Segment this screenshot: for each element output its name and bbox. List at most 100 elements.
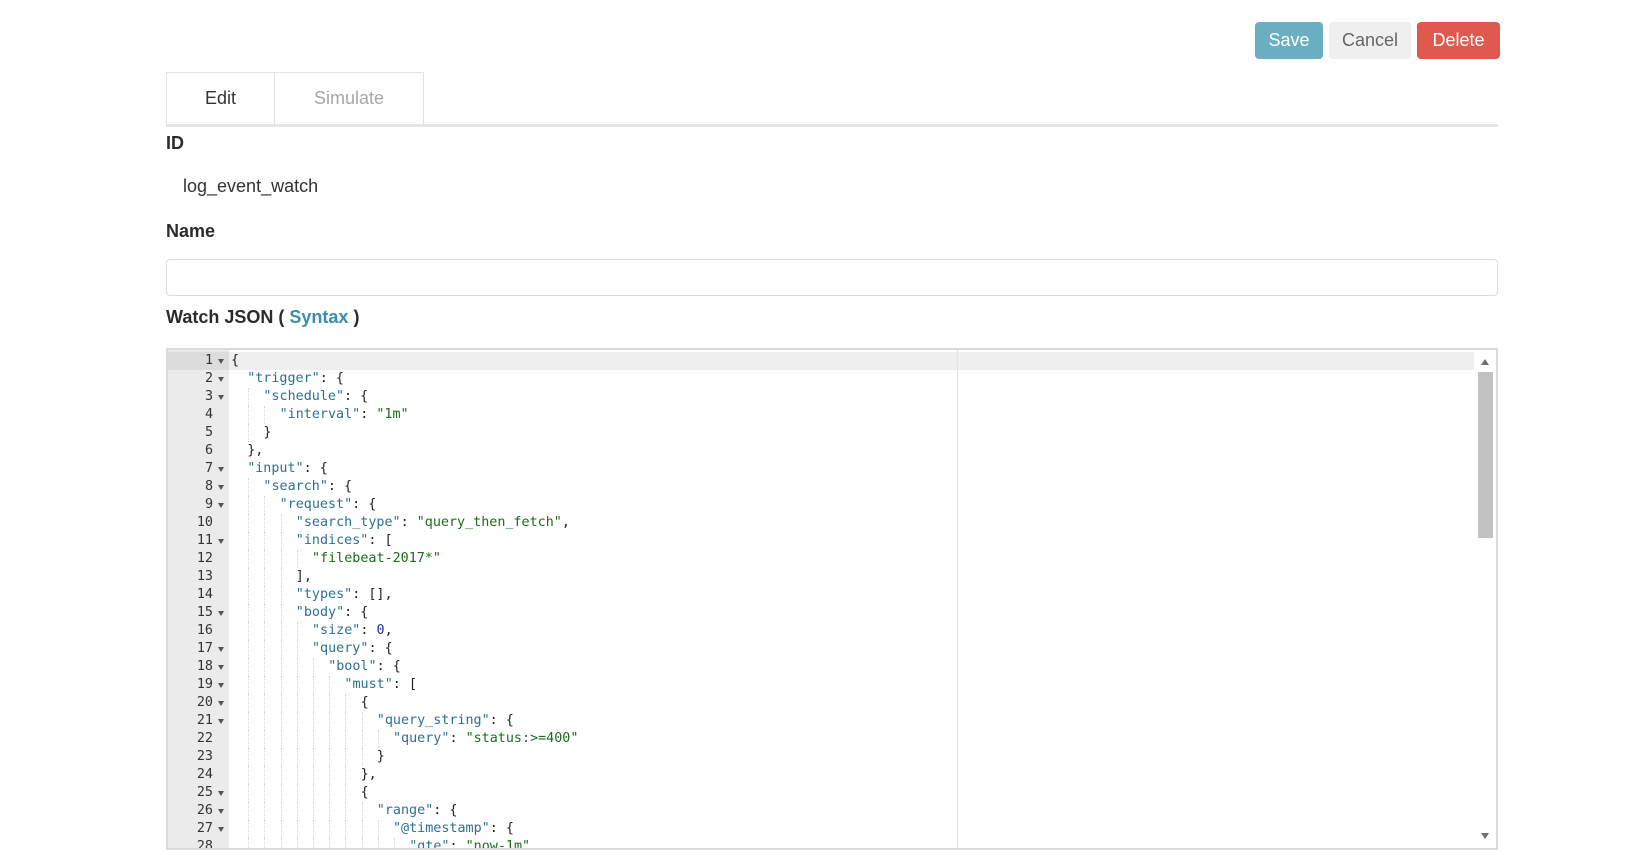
code-line: } (376, 749, 385, 764)
fold-toggle-icon[interactable] (218, 539, 224, 544)
indent-guide (248, 712, 250, 730)
line-number: 17 (196, 641, 213, 656)
indent-guide (264, 694, 266, 712)
indent-guide (248, 532, 250, 550)
paren-close: ) (353, 307, 360, 327)
indent-guide (280, 568, 282, 586)
indent-guide (296, 820, 298, 838)
line-number: 5 (204, 425, 213, 440)
indent-guide (280, 748, 282, 766)
fold-toggle-icon[interactable] (218, 359, 224, 364)
line-number: 14 (196, 587, 213, 602)
indent-guide (345, 694, 347, 712)
code-line: "search_type": "query_then_fetch", (295, 515, 570, 530)
indent-guide (280, 604, 282, 622)
watch-json-title: Watch JSON (166, 307, 274, 327)
indent-guide (264, 514, 266, 532)
indent-guide (264, 568, 266, 586)
line-number-gutter: 1 2 3 4 5 6 7 8 9 10 11 12 13 14 15 16 17 18 19 20 21 22 23 24 2… (168, 350, 229, 848)
indent-guide (248, 568, 250, 586)
name-input[interactable] (166, 259, 1498, 296)
line-number: 26 (196, 803, 213, 818)
line-number: 23 (196, 749, 213, 764)
indent-guide (264, 676, 266, 694)
paren-open: ( (278, 307, 285, 327)
indent-guide (329, 712, 331, 730)
indent-guide (280, 658, 282, 676)
fold-toggle-icon[interactable] (218, 485, 224, 490)
indent-guide (264, 532, 266, 550)
indent-guide (296, 838, 298, 848)
line-number: 18 (196, 659, 213, 674)
indent-guide (248, 838, 250, 848)
syntax-link[interactable]: Syntax (289, 307, 348, 327)
indent-guide (248, 730, 250, 748)
fold-toggle-icon[interactable] (218, 395, 224, 400)
code-line: "bool": { (328, 659, 401, 674)
code-line: "types": [], (295, 587, 393, 602)
indent-guide (296, 694, 298, 712)
indent-guide (248, 604, 250, 622)
indent-guide (264, 712, 266, 730)
code-line: }, (247, 443, 264, 458)
code-line: "query": { (312, 641, 393, 656)
indent-guide (264, 604, 266, 622)
indent-guide (296, 730, 298, 748)
indent-guide (248, 640, 250, 658)
fold-toggle-icon[interactable] (218, 791, 224, 796)
line-number: 28 (196, 839, 213, 850)
indent-guide (264, 784, 266, 802)
indent-guide (248, 694, 250, 712)
delete-button[interactable]: Delete (1417, 22, 1500, 59)
indent-guide (329, 766, 331, 784)
scrollbar-thumb[interactable] (1478, 372, 1493, 538)
code-line: "query_string": { (376, 713, 514, 728)
fold-toggle-icon[interactable] (218, 719, 224, 724)
fold-toggle-icon[interactable] (218, 809, 224, 814)
tab-simulate[interactable]: Simulate (274, 72, 424, 124)
indent-guide (313, 730, 314, 748)
watch-toolbar: Save Cancel Delete (1255, 22, 1500, 59)
indent-guide (248, 784, 250, 802)
code-line: { (360, 695, 369, 710)
fold-toggle-icon[interactable] (218, 503, 224, 508)
save-button[interactable]: Save (1255, 22, 1323, 59)
code-content[interactable]: {"trigger": {"schedule": {"interval": "1… (229, 350, 1474, 848)
code-line: "filebeat-2017*" (312, 551, 441, 566)
line-number: 7 (204, 461, 213, 476)
cancel-button[interactable]: Cancel (1329, 22, 1411, 59)
line-number: 20 (196, 695, 213, 710)
indent-guide (361, 820, 363, 838)
indent-guide (280, 550, 282, 568)
fold-toggle-icon[interactable] (218, 467, 224, 472)
indent-guide (313, 784, 314, 802)
line-number: 12 (196, 551, 213, 566)
fold-toggle-icon[interactable] (218, 683, 224, 688)
code-line: "trigger": { (247, 371, 344, 386)
fold-toggle-icon[interactable] (218, 701, 224, 706)
indent-guide (296, 622, 298, 640)
indent-guide (329, 802, 331, 820)
indent-guide (296, 712, 298, 730)
indent-guide (345, 766, 347, 784)
fold-toggle-icon[interactable] (218, 647, 224, 652)
indent-guide (329, 730, 331, 748)
editor-scrollbar[interactable] (1474, 350, 1496, 848)
code-line: "size": 0, (312, 623, 393, 638)
watch-json-label: Watch JSON ( Syntax ) (166, 307, 359, 328)
fold-toggle-icon[interactable] (218, 665, 224, 670)
scroll-down-arrow-icon[interactable] (1481, 833, 1489, 839)
indent-guide (248, 766, 250, 784)
code-line: "request": { (279, 497, 377, 512)
indent-guide (280, 532, 282, 550)
indent-guide (280, 676, 282, 694)
fold-toggle-icon[interactable] (218, 377, 224, 382)
indent-guide (264, 748, 266, 766)
scroll-up-arrow-icon[interactable] (1481, 359, 1489, 365)
json-code-editor[interactable]: 1 2 3 4 5 6 7 8 9 10 11 12 13 14 15 16 17 18 19 20 21 22 23 24 2… (166, 348, 1498, 850)
fold-toggle-icon[interactable] (218, 827, 224, 832)
tab-edit[interactable]: Edit (166, 72, 275, 124)
fold-toggle-icon[interactable] (218, 611, 224, 616)
code-line: "gte": "now-1m" (409, 839, 531, 850)
indent-guide (280, 730, 282, 748)
